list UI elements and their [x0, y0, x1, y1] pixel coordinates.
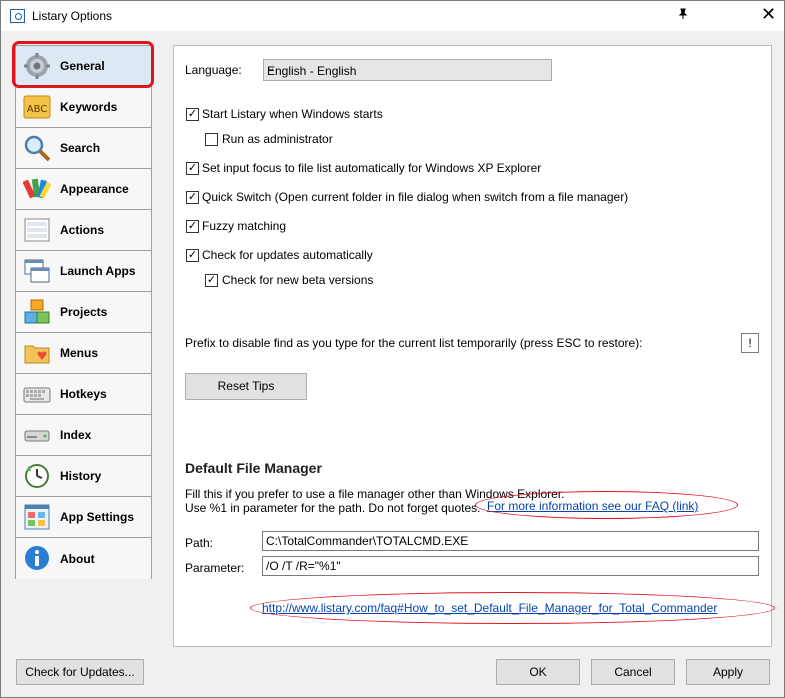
sidebar-item-search[interactable]: Search [16, 128, 151, 169]
options-window: Listary Options ✕ General ABC Keywords S… [0, 0, 785, 698]
fuzzy-matching-label: Fuzzy matching [202, 219, 287, 233]
menu-list-icon [24, 218, 50, 242]
run-as-admin-checkbox[interactable] [205, 133, 218, 146]
faq-link[interactable]: For more information see our FAQ (link) [487, 499, 698, 513]
sidebar-item-hotkeys[interactable]: Hotkeys [16, 374, 151, 415]
sidebar-item-label: Launch Apps [60, 264, 136, 278]
info-icon [25, 546, 49, 570]
beta-versions-label: Check for new beta versions [222, 273, 374, 287]
sidebar-item-label: Actions [60, 223, 105, 237]
sidebar-item-appearance[interactable]: Appearance [16, 169, 151, 210]
sidebar-item-label: Menus [60, 346, 99, 360]
parameter-input[interactable]: /O /T /R="%1" [262, 556, 759, 576]
check-updates-label: Check for updates automatically [202, 248, 373, 262]
keyboard-icon [23, 387, 51, 403]
boxes-icon [24, 299, 50, 324]
sidebar-item-general[interactable]: General [16, 46, 151, 87]
palette-icon [23, 178, 51, 199]
clock-icon [25, 464, 49, 488]
start-with-windows-label: Start Listary when Windows starts [202, 107, 383, 121]
reset-tips-button[interactable]: Reset Tips [185, 373, 307, 400]
quick-switch-checkbox[interactable]: ✓ [186, 191, 199, 204]
abc-icon: ABC [23, 95, 51, 119]
sidebar-item-about[interactable]: About [16, 538, 151, 579]
sidebar-item-label: Index [60, 428, 92, 442]
parameter-label: Parameter: [185, 561, 245, 575]
run-as-admin-label: Run as administrator [222, 132, 333, 146]
app-grid-icon [24, 504, 50, 530]
svg-text:ABC: ABC [27, 104, 48, 115]
path-label: Path: [185, 536, 214, 550]
sidebar-item-label: General [60, 59, 105, 73]
magnifier-icon [24, 135, 51, 162]
input-focus-checkbox[interactable]: ✓ [186, 162, 199, 175]
pin-icon[interactable] [677, 8, 689, 23]
chevron-down-icon: ⌄ [267, 63, 276, 74]
start-with-windows-checkbox[interactable]: ✓ [186, 108, 199, 121]
prefix-label: Prefix to disable find as you type for t… [185, 336, 643, 350]
sidebar-item-keywords[interactable]: ABC Keywords [16, 87, 151, 128]
sidebar-item-label: Search [60, 141, 101, 155]
sidebar-item-index[interactable]: Index [16, 415, 151, 456]
windows-icon [24, 259, 50, 283]
sidebar-item-label: Projects [60, 305, 108, 319]
fuzzy-matching-checkbox[interactable]: ✓ [186, 220, 199, 233]
input-focus-label: Set input focus to file list automatical… [202, 161, 542, 175]
faq-url-link[interactable]: http://www.listary.com/faq#How_to_set_De… [262, 601, 717, 615]
sidebar-item-history[interactable]: History [16, 456, 151, 497]
sidebar-item-actions[interactable]: Actions [16, 210, 151, 251]
apply-button[interactable]: Apply [686, 659, 770, 685]
sidebar-item-projects[interactable]: Projects [16, 292, 151, 333]
check-for-updates-button[interactable]: Check for Updates... [16, 659, 144, 685]
title-bar: Listary Options ✕ [1, 1, 784, 31]
sidebar-item-label: App Settings [60, 510, 134, 524]
close-icon[interactable]: ✕ [761, 5, 776, 23]
sidebar-item-label: Keywords [60, 100, 118, 114]
check-updates-checkbox[interactable]: ✓ [186, 249, 199, 262]
sidebar-item-label: About [60, 551, 95, 566]
gear-icon [24, 53, 50, 79]
language-label: Language: [185, 63, 242, 77]
sidebar-item-label: Hotkeys [60, 387, 107, 401]
sidebar-item-label: History [60, 469, 102, 483]
prefix-input[interactable]: ! [741, 333, 759, 353]
sidebar-nav: General ABC Keywords Search Appearance A… [15, 45, 152, 579]
cancel-button[interactable]: Cancel [591, 659, 675, 685]
file-manager-desc-2: Use %1 in parameter for the path. Do not… [185, 501, 481, 515]
drive-icon [24, 430, 50, 442]
sidebar-item-label: Appearance [60, 182, 129, 196]
quick-switch-label: Quick Switch (Open current folder in fil… [202, 190, 629, 204]
path-input[interactable]: C:\TotalCommander\TOTALCMD.EXE [262, 531, 759, 551]
app-icon [10, 9, 25, 23]
sidebar-item-menus[interactable]: Menus [16, 333, 151, 374]
sidebar-item-launch-apps[interactable]: Launch Apps [16, 251, 151, 292]
beta-versions-checkbox[interactable]: ✓ [205, 274, 218, 287]
language-select[interactable]: English - English ⌄ [263, 59, 552, 81]
sidebar-item-app-settings[interactable]: App Settings [16, 497, 151, 538]
file-manager-heading: Default File Manager [185, 460, 322, 476]
window-title: Listary Options [32, 9, 113, 23]
ok-button[interactable]: OK [496, 659, 580, 685]
folder-heart-icon [24, 345, 50, 364]
